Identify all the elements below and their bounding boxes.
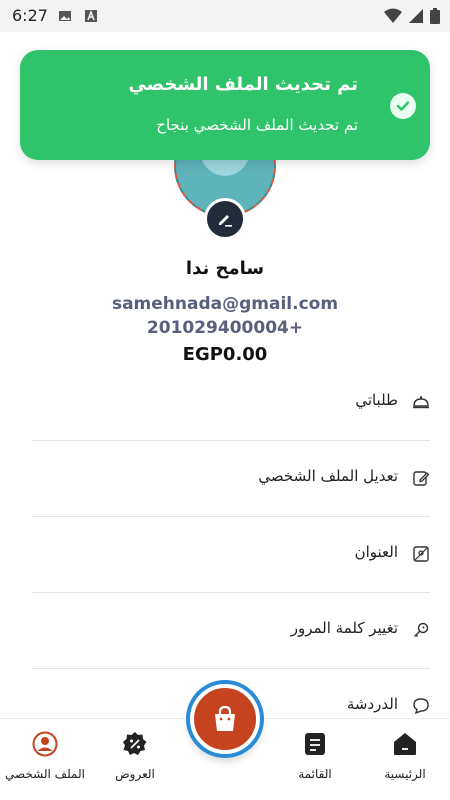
chat-icon	[413, 698, 429, 715]
gallery-icon	[59, 11, 71, 21]
toast-message: تم تحديث الملف الشخصي بنجاح	[156, 116, 358, 134]
dish-icon	[413, 396, 429, 409]
user-icon	[32, 731, 58, 757]
menu-item-edit-profile[interactable]: تعديل الملف الشخصي	[32, 441, 430, 517]
document-icon	[305, 733, 325, 755]
user-name: سامح ندا	[185, 258, 265, 279]
user-balance: EGP0.00	[182, 344, 268, 365]
nav-item-menu[interactable]: القائمة	[270, 731, 360, 781]
signal-icon	[409, 9, 423, 23]
nav-item-offers[interactable]: العروض	[90, 731, 180, 781]
nav-label: الرئيسية	[384, 767, 426, 781]
menu-item-label: تغيير كلمة المرور	[290, 619, 398, 637]
success-toast[interactable]: تم تحديث الملف الشخصي تم تحديث الملف الش…	[20, 50, 430, 160]
toast-title: تم تحديث الملف الشخصي	[128, 74, 358, 95]
user-email: samehnada@gmail.com	[111, 294, 339, 314]
a-badge-icon	[85, 9, 97, 22]
percent-icon	[123, 732, 147, 755]
status-time: 6:27	[12, 6, 48, 25]
nav-item-home[interactable]: الرئيسية	[360, 731, 450, 781]
nav-label: القائمة	[298, 767, 332, 781]
menu-item-orders[interactable]: طلباتي	[32, 365, 430, 441]
edit-icon	[413, 471, 430, 486]
pencil-icon	[219, 215, 232, 227]
menu-item-change-password[interactable]: تغيير كلمة المرور	[32, 593, 430, 669]
menu-item-label: طلباتي	[355, 391, 398, 409]
nav-item-profile[interactable]: الملف الشخصي	[0, 731, 90, 781]
menu-item-label: العنوان	[354, 543, 398, 561]
nav-label: العروض	[115, 767, 155, 781]
status-bar: 6:27	[0, 0, 450, 32]
user-phone: 201029400004+	[146, 318, 304, 338]
shopping-bag-icon	[215, 705, 235, 731]
status-icons	[384, 8, 440, 24]
nav-label: الملف الشخصي	[5, 767, 85, 781]
check-circle-icon	[390, 93, 416, 119]
menu-item-label: الدردشة	[346, 695, 398, 713]
battery-icon	[430, 8, 440, 24]
cart-fab-button[interactable]	[190, 684, 260, 754]
home-icon	[394, 733, 416, 755]
key-icon	[414, 622, 429, 637]
menu-item-label: تعديل الملف الشخصي	[258, 467, 398, 485]
edit-avatar-button[interactable]	[204, 198, 246, 240]
map-icon	[413, 546, 429, 562]
wifi-icon	[384, 8, 402, 23]
menu-item-address[interactable]: العنوان	[32, 517, 430, 593]
